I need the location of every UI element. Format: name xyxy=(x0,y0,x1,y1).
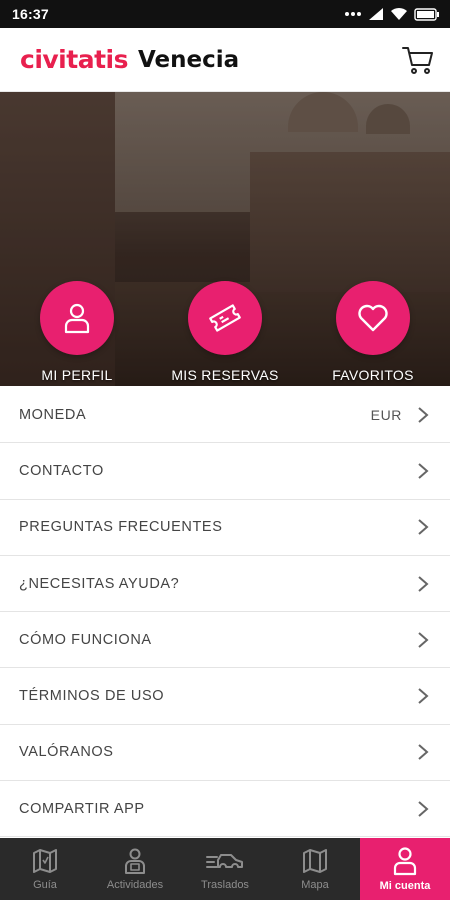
menu-item-share-app[interactable]: COMPARTIR APP xyxy=(0,781,450,838)
battery-icon xyxy=(414,7,439,21)
chevron-right-icon xyxy=(418,463,429,479)
status-bar: 16:37 xyxy=(0,0,450,28)
cart-icon xyxy=(402,46,433,74)
menu-item-label: ¿NECESITAS AYUDA? xyxy=(19,575,180,592)
ticket-icon xyxy=(209,304,241,332)
favorites-circle xyxy=(336,281,410,355)
menu-item-currency[interactable]: MONEDA EUR xyxy=(0,387,450,444)
tab-label: Guía xyxy=(33,879,57,891)
tab-activities[interactable]: Actividades xyxy=(90,838,180,900)
tab-label: Traslados xyxy=(201,879,249,891)
status-time: 16:37 xyxy=(12,6,49,22)
chevron-right-icon xyxy=(418,406,429,423)
account-menu: MONEDA EUR CONTACTO PREGUNTAS FRECUENTES… xyxy=(0,387,450,838)
menu-item-rate-us[interactable]: VALÓRANOS xyxy=(0,725,450,782)
guide-person-icon xyxy=(125,848,145,874)
tab-label: Mapa xyxy=(301,879,329,891)
tab-guide[interactable]: Guía xyxy=(0,838,90,900)
city-title: Venecia xyxy=(137,46,240,73)
user-icon xyxy=(64,303,90,334)
user-icon xyxy=(393,847,417,876)
my-bookings-circle xyxy=(188,281,262,355)
favorites-button[interactable]: FAVORITOS xyxy=(298,281,448,383)
menu-item-label: TÉRMINOS DE USO xyxy=(19,688,165,705)
menu-item-terms[interactable]: TÉRMINOS DE USO xyxy=(0,668,450,725)
signal-icon xyxy=(369,8,383,20)
app-header: civitatis Venecia xyxy=(0,28,450,92)
tab-transfers[interactable]: Traslados xyxy=(180,838,270,900)
status-icons xyxy=(344,7,440,21)
menu-item-label: PREGUNTAS FRECUENTES xyxy=(19,519,223,536)
menu-item-help[interactable]: ¿NECESITAS AYUDA? xyxy=(0,556,450,613)
chevron-right-icon xyxy=(418,575,429,592)
chevron-right-icon xyxy=(418,744,429,761)
map-guide-icon xyxy=(33,849,57,873)
car-icon xyxy=(206,854,243,868)
tab-my-account[interactable]: Mi cuenta xyxy=(360,838,450,900)
tab-map[interactable]: Mapa xyxy=(270,838,360,900)
tab-label: Mi cuenta xyxy=(379,880,431,892)
chevron-right-icon xyxy=(418,519,429,535)
brand-logo[interactable]: civitatis xyxy=(20,45,128,74)
more-dots-icon xyxy=(345,12,361,16)
currency-value: EUR xyxy=(370,406,402,423)
my-profile-button[interactable]: MI PERFIL xyxy=(2,281,152,383)
heart-icon xyxy=(358,304,388,332)
cart-button[interactable] xyxy=(400,42,436,78)
chevron-right-icon xyxy=(418,632,429,648)
chevron-right-icon xyxy=(418,688,429,704)
menu-item-faq[interactable]: PREGUNTAS FRECUENTES xyxy=(0,500,450,556)
favorites-label: FAVORITOS xyxy=(332,367,414,383)
my-profile-circle xyxy=(40,281,114,355)
bottom-nav: Guía Actividades Traslados Mapa Mi cuent… xyxy=(0,838,450,900)
my-bookings-button[interactable]: MIS RESERVAS xyxy=(150,281,300,383)
menu-item-label: CÓMO FUNCIONA xyxy=(19,631,152,648)
menu-item-label: MONEDA xyxy=(19,406,87,423)
map-icon xyxy=(303,849,327,873)
my-profile-label: MI PERFIL xyxy=(41,367,113,383)
menu-item-contact[interactable]: CONTACTO xyxy=(0,443,450,500)
my-bookings-label: MIS RESERVAS xyxy=(171,367,279,383)
wifi-icon xyxy=(391,7,407,20)
menu-item-label: CONTACTO xyxy=(19,462,104,479)
menu-item-label: VALÓRANOS xyxy=(19,744,114,761)
menu-item-label: COMPARTIR APP xyxy=(19,800,145,817)
tab-label: Actividades xyxy=(106,879,164,891)
hero-banner: MI PERFIL MIS RESERVAS FAVORITOS xyxy=(0,92,450,386)
menu-item-how-it-works[interactable]: CÓMO FUNCIONA xyxy=(0,612,450,669)
chevron-right-icon xyxy=(418,800,429,817)
